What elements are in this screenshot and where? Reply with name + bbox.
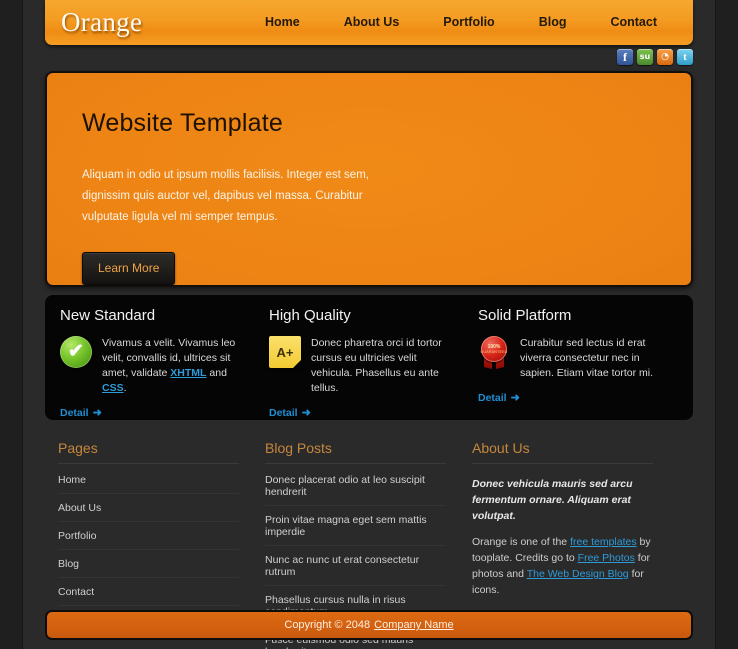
blog-post-link[interactable]: Donec placerat odio at leo suscipit hend…	[265, 466, 446, 505]
detail-link[interactable]: Detail ➜	[269, 406, 311, 419]
feature-card-high-quality: High Quality A+ Donec pharetra orci id t…	[254, 307, 463, 420]
free-photos-link[interactable]: Free Photos	[578, 552, 635, 564]
list-item: Blog	[58, 550, 239, 578]
about-text-1: Orange is one of the	[472, 536, 571, 548]
site-logo[interactable]: Orange	[61, 7, 142, 38]
detail-label: Detail	[60, 407, 89, 419]
arrow-right-icon: ➜	[301, 407, 311, 419]
feature-title: High Quality	[269, 307, 351, 324]
nav-item-portfolio[interactable]: Portfolio	[421, 0, 516, 45]
yellow-note-a-plus-icon: A+	[269, 336, 301, 368]
list-item: Proin vitae magna eget sem mattis imperd…	[265, 506, 446, 546]
a-plus-glyph: A+	[276, 344, 294, 360]
company-name-link[interactable]: Company Name	[374, 619, 453, 631]
free-templates-link[interactable]: free templates	[570, 536, 637, 548]
feature-title: Solid Platform	[478, 307, 572, 324]
detail-link[interactable]: Detail ➜	[60, 406, 102, 419]
footer-heading-about-us: About Us	[472, 440, 653, 464]
detail-link[interactable]: Detail ➜	[478, 391, 520, 404]
seal-subtext: GUARANTEED	[480, 349, 508, 354]
footer-link-home[interactable]: Home	[58, 466, 239, 493]
pages-list: Home About Us Portfolio Blog Contact	[58, 466, 239, 606]
list-item: Portfolio	[58, 522, 239, 550]
facebook-glyph: f	[623, 50, 627, 64]
nav-item-blog[interactable]: Blog	[517, 0, 589, 45]
list-item: Home	[58, 466, 239, 494]
web-design-blog-link[interactable]: The Web Design Blog	[527, 568, 629, 580]
list-item: About Us	[58, 494, 239, 522]
nav-item-home[interactable]: Home	[243, 0, 322, 45]
green-check-icon: ✔	[60, 336, 92, 368]
site-header: Orange Home About Us Portfolio Blog Cont…	[45, 0, 693, 45]
twitter-icon[interactable]: t	[677, 49, 693, 65]
feature-card-new-standard: New Standard ✔ Vivamus a velit. Vivamus …	[45, 307, 254, 420]
feature-text-mid: and	[206, 367, 227, 379]
blog-post-link[interactable]: Nunc ac nunc ut erat consectetur rutrum	[265, 546, 446, 585]
rss-icon[interactable]: ◔	[657, 49, 673, 65]
xhtml-link[interactable]: XHTML	[170, 367, 206, 379]
twitter-glyph: t	[683, 50, 687, 63]
detail-label: Detail	[478, 392, 507, 404]
arrow-right-icon: ➜	[510, 392, 520, 404]
copyright-bar: Copyright © 2048 Company Name	[45, 610, 693, 640]
arrow-right-icon: ➜	[92, 407, 102, 419]
footer-link-contact[interactable]: Contact	[58, 578, 239, 605]
copyright-text: Copyright © 2048	[284, 619, 371, 631]
about-lead-text: Donec vehicula mauris sed arcu fermentum…	[472, 478, 633, 522]
hero-banner: Website Template Aliquam in odio ut ipsu…	[45, 71, 693, 287]
list-item: Donec placerat odio at leo suscipit hend…	[265, 466, 446, 506]
social-links: f su ◔ t	[617, 49, 693, 65]
stumbleupon-glyph: su	[639, 52, 651, 61]
nav-item-contact[interactable]: Contact	[588, 0, 679, 45]
rss-glyph: ◔	[661, 51, 669, 62]
blog-post-link[interactable]: Proin vitae magna eget sem mattis imperd…	[265, 506, 446, 545]
footer-link-about-us[interactable]: About Us	[58, 494, 239, 521]
feature-text: Donec pharetra orci id tortor cursus eu …	[311, 337, 442, 394]
list-item: Nunc ac nunc ut erat consectetur rutrum	[265, 546, 446, 586]
learn-more-button[interactable]: Learn More	[82, 252, 176, 285]
main-navigation: Home About Us Portfolio Blog Contact	[243, 0, 679, 45]
footer-heading-blog-posts: Blog Posts	[265, 440, 446, 464]
about-paragraph: Orange is one of the free templates by t…	[472, 534, 653, 598]
detail-label: Detail	[269, 407, 298, 419]
seal-disc: 100% GUARANTEED	[481, 336, 507, 362]
list-item: Contact	[58, 578, 239, 606]
stumbleupon-icon[interactable]: su	[637, 49, 653, 65]
red-guarantee-seal-icon: 100% GUARANTEED	[478, 336, 510, 369]
footer-link-blog[interactable]: Blog	[58, 550, 239, 577]
feature-title: New Standard	[60, 307, 156, 324]
hero-title: Website Template	[82, 109, 283, 137]
facebook-icon[interactable]: f	[617, 49, 633, 65]
hero-paragraph: Aliquam in odio ut ipsum mollis facilisi…	[82, 169, 369, 223]
features-panel: New Standard ✔ Vivamus a velit. Vivamus …	[45, 295, 693, 420]
check-glyph: ✔	[68, 340, 84, 362]
footer-heading-pages: Pages	[58, 440, 239, 464]
feature-card-solid-platform: Solid Platform 100% GUARANTEED Curabitur…	[463, 307, 672, 420]
page-root: Orange Home About Us Portfolio Blog Cont…	[0, 0, 738, 649]
css-link[interactable]: CSS	[102, 382, 124, 394]
footer-link-portfolio[interactable]: Portfolio	[58, 522, 239, 549]
nav-item-about-us[interactable]: About Us	[322, 0, 422, 45]
feature-text-after: .	[123, 382, 127, 394]
feature-text: Curabitur sed lectus id erat viverra con…	[520, 337, 654, 379]
feature-text: Vivamus a velit. Vivamus leo velit, conv…	[102, 336, 242, 396]
